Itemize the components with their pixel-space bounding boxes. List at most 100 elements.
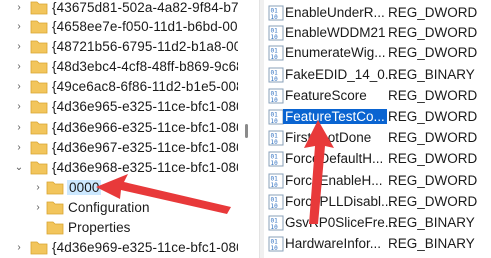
tree-item[interactable]: › {4d36e967-e325-11ce-bfc1-0800 (0, 137, 238, 159)
value-type: REG_DWORD (388, 151, 478, 166)
value-type: REG_BINARY (388, 67, 475, 82)
value-row[interactable]: 01 10 EnumerateWig... REG_DWORD (264, 42, 491, 64)
folder-icon (46, 220, 64, 235)
binary-value-icon: 01 10 (268, 151, 284, 167)
value-row[interactable]: 01 10 FeatureScore REG_DWORD (264, 85, 491, 107)
value-type: REG_BINARY (388, 215, 475, 230)
scrollbar-thumb[interactable] (245, 124, 248, 138)
value-row[interactable]: 01 10 HardwareInfor... REG_BINARY (264, 233, 491, 255)
folder-icon (46, 200, 64, 215)
value-row-selected[interactable]: 01 10 FeatureTestCo... REG_DWORD (264, 106, 491, 128)
value-type: REG_DWORD (388, 25, 478, 40)
binary-value-icon: 01 10 (268, 130, 284, 146)
registry-key-tree[interactable]: › {43675d81-502a-4a82-9f84-b75f › {4658e… (0, 0, 238, 258)
tree-item[interactable]: › {4d36e969-e325-11ce-bfc1-0800 (0, 237, 238, 258)
value-name: ForcePLLDisabl... (285, 194, 393, 209)
chevron-right-icon[interactable]: › (14, 101, 24, 113)
tree-item[interactable]: › {49ce6ac8-6f86-11d2-b1e5-0080 (0, 76, 238, 98)
binary-value-icon: 01 10 (268, 109, 284, 125)
chevron-down-icon[interactable]: ⌄ (14, 162, 24, 174)
tree-item-label: {43675d81-502a-4a82-9f84-b75f (52, 0, 238, 15)
value-name: ForceEnableH... (285, 173, 383, 188)
tree-item-label: {48721b56-6795-11d2-b1a8-008 (52, 39, 238, 54)
svg-text:10: 10 (271, 139, 279, 146)
binary-value-icon: 01 10 (268, 194, 284, 210)
binary-value-icon: 01 10 (268, 5, 284, 21)
tree-item-label: {4658ee7e-f050-11d1-b6bd-00c (52, 19, 238, 34)
chevron-right-icon[interactable]: › (14, 142, 24, 154)
value-name: ForceDefaultH... (285, 151, 384, 166)
folder-icon (30, 240, 48, 255)
tree-item[interactable]: › {4d36e965-e325-11ce-bfc1-0800 (0, 96, 238, 118)
value-row[interactable]: 01 10 GsvRP0SliceFre... REG_BINARY (264, 212, 491, 234)
value-name: FeatureTestCo... (283, 109, 387, 124)
folder-icon (30, 79, 48, 94)
chevron-right-icon[interactable]: › (33, 182, 43, 194)
value-name: FirstBootDone (285, 130, 372, 145)
chevron-right-icon[interactable]: › (14, 21, 24, 33)
tree-item-label: {4d36e968-e325-11ce-bfc1-0800 (52, 160, 238, 175)
binary-value-icon: 01 10 (268, 173, 284, 189)
value-row[interactable]: 01 10 FakeEDID_14_0... REG_BINARY (264, 64, 491, 86)
svg-text:10: 10 (271, 76, 279, 83)
value-row[interactable]: 01 10 FirstBootDone REG_DWORD (264, 127, 491, 149)
chevron-right-icon[interactable]: › (14, 81, 24, 93)
folder-icon (30, 19, 48, 34)
folder-open-icon (30, 160, 48, 175)
tree-item-label: {4d36e965-e325-11ce-bfc1-0800 (52, 99, 238, 114)
tree-item-expanded[interactable]: ⌄ {4d36e968-e325-11ce-bfc1-0800 (0, 157, 238, 179)
binary-value-icon: 01 10 (268, 25, 284, 41)
chevron-right-icon[interactable]: › (14, 122, 24, 134)
tree-item[interactable]: › {4658ee7e-f050-11d1-b6bd-00c (0, 16, 238, 38)
chevron-right-icon[interactable]: › (14, 2, 24, 14)
tree-item-label: 0000 (67, 180, 102, 195)
value-type: REG_DWORD (388, 194, 478, 209)
svg-text:10: 10 (271, 160, 279, 167)
svg-text:10: 10 (271, 182, 279, 189)
value-type: REG_DWORD (388, 88, 478, 103)
folder-icon (30, 140, 48, 155)
tree-item-label: {4d36e966-e325-11ce-bfc1-0800 (52, 120, 238, 135)
svg-text:10: 10 (271, 118, 279, 125)
tree-item[interactable]: › {48d3ebc4-4cf8-48ff-b869-9c68a (0, 56, 238, 78)
tree-item-label: Properties (68, 220, 131, 235)
svg-text:10: 10 (271, 14, 279, 21)
svg-text:10: 10 (271, 97, 279, 104)
value-row[interactable]: 01 10 ForceDefaultH... REG_DWORD (264, 148, 491, 170)
value-type: REG_DWORD (388, 5, 478, 20)
folder-icon (30, 39, 48, 54)
chevron-right-icon[interactable]: › (14, 41, 24, 53)
svg-text:10: 10 (271, 203, 279, 210)
tree-item-selected[interactable]: › 0000 (0, 177, 238, 199)
svg-text:10: 10 (271, 245, 279, 252)
registry-values-list[interactable]: 01 10 EnableUnderR... REG_DWORD 01 10 Enab… (264, 0, 491, 258)
binary-value-icon: 01 10 (268, 236, 284, 252)
value-row[interactable]: 01 10 EnableWDDM21 REG_DWORD (264, 22, 491, 44)
tree-item-label: Configuration (68, 200, 150, 215)
value-row[interactable]: 01 10 ForceEnableH... REG_DWORD (264, 170, 491, 192)
folder-icon (30, 0, 48, 15)
tree-item[interactable]: Properties (0, 217, 238, 239)
svg-text:10: 10 (271, 34, 279, 41)
value-name: EnumerateWig... (285, 45, 386, 60)
tree-item-label: {48d3ebc4-4cf8-48ff-b869-9c68a (52, 59, 238, 74)
value-row[interactable]: 01 10 EnableUnderR... REG_DWORD (264, 2, 491, 24)
value-name: HardwareInfor... (285, 236, 382, 251)
value-type: REG_DWORD (388, 173, 478, 188)
tree-item[interactable]: › Configuration (0, 197, 238, 219)
value-type: REG_DWORD (388, 45, 478, 60)
chevron-right-icon[interactable]: › (33, 202, 43, 214)
value-name: EnableWDDM21 (285, 25, 386, 40)
value-type: REG_DWORD (388, 130, 478, 145)
chevron-right-icon[interactable]: › (14, 242, 24, 254)
svg-text:10: 10 (271, 224, 279, 231)
value-row[interactable]: 01 10 ForcePLLDisabl... REG_DWORD (264, 191, 491, 213)
chevron-right-icon[interactable]: › (14, 61, 24, 73)
tree-item[interactable]: › {48721b56-6795-11d2-b1a8-008 (0, 36, 238, 58)
tree-item-label: {49ce6ac8-6f86-11d2-b1e5-0080 (52, 79, 238, 94)
tree-item-label: {4d36e967-e325-11ce-bfc1-0800 (52, 140, 238, 155)
tree-scrollbar[interactable] (240, 0, 252, 258)
value-type: REG_BINARY (388, 236, 475, 251)
folder-icon (46, 180, 64, 195)
tree-item[interactable]: › {4d36e966-e325-11ce-bfc1-0800 (0, 117, 238, 139)
